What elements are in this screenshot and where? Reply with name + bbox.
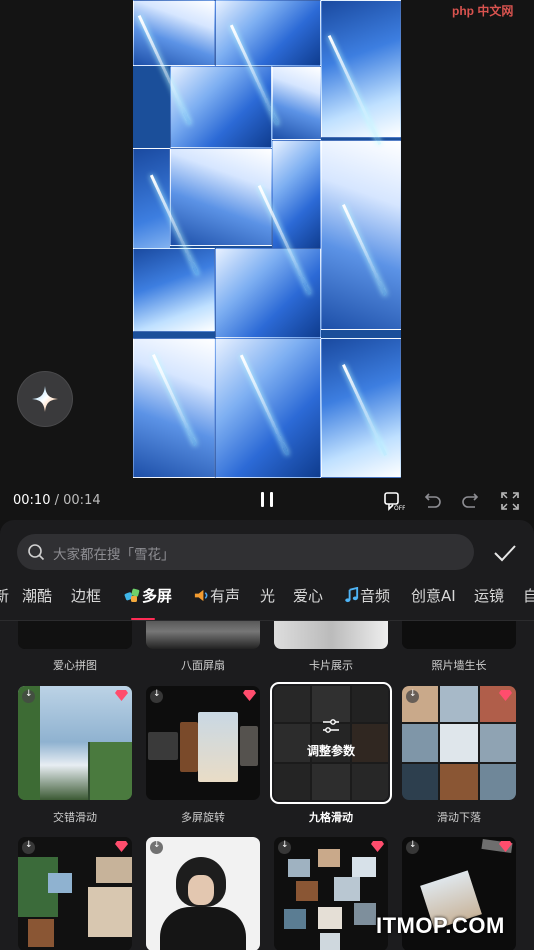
vip-gem-icon: [115, 841, 128, 852]
site-watermark: ITMOP.COM: [376, 913, 505, 938]
undo-icon[interactable]: [421, 490, 443, 512]
vip-gem-icon: [115, 690, 128, 701]
vip-gem-icon: [243, 690, 256, 701]
search-input[interactable]: 大家都在搜「雪花」: [17, 534, 474, 570]
download-icon: [22, 689, 35, 703]
confirm-check-icon[interactable]: [492, 540, 518, 566]
vip-gem-icon: [371, 841, 384, 852]
redo-icon[interactable]: [460, 490, 482, 512]
effect-card[interactable]: [18, 621, 132, 649]
effect-label: 爱心拼图: [53, 659, 97, 672]
tab-new[interactable]: 新: [0, 582, 9, 616]
video-preview-area: php 中文网: [0, 0, 534, 482]
effect-card[interactable]: [18, 837, 132, 950]
tab-multiscreen-label: 多屏: [142, 587, 173, 605]
ai-sparkle-button[interactable]: [18, 372, 72, 426]
effect-toggle-icon[interactable]: OFF: [383, 490, 405, 512]
tab-audio[interactable]: 音频: [343, 582, 390, 616]
tab-trendy[interactable]: 潮酷: [22, 582, 52, 616]
effects-grid: 爱心拼图 八面屏扇 卡片展示 照片墙生长 ↓ ↓ 调整参数 ↓ 交错滑动 多屏旋…: [0, 621, 534, 950]
pause-button[interactable]: [258, 491, 276, 509]
effect-card[interactable]: [402, 686, 516, 800]
svg-text:OFF: OFF: [394, 505, 405, 512]
tab-camera-move[interactable]: 运镜: [474, 582, 504, 616]
vip-gem-icon: [499, 841, 512, 852]
effect-card[interactable]: [18, 686, 132, 800]
current-time: 00:10: [13, 493, 51, 508]
effect-card[interactable]: [146, 621, 260, 649]
top-watermark: php 中文网: [452, 4, 514, 18]
effect-card-selected[interactable]: 调整参数: [270, 682, 392, 804]
effect-card[interactable]: [402, 621, 516, 649]
speaker-icon: [194, 589, 208, 602]
tab-sound-label: 有声: [210, 587, 241, 605]
time-separator: /: [54, 493, 59, 508]
effect-label: 交错滑动: [53, 811, 97, 824]
download-icon: [150, 689, 163, 703]
tab-multiscreen[interactable]: 多屏: [124, 582, 172, 616]
tab-light[interactable]: 光: [260, 582, 275, 616]
effects-panel: 大家都在搜「雪花」 新 潮酷 边框 多屏 有声 光 爱心 音频 创意AI 运镜 …: [0, 520, 534, 950]
download-icon: [278, 840, 291, 854]
effect-label: 滑动下落: [437, 811, 481, 824]
tab-love[interactable]: 爱心: [293, 582, 323, 616]
music-note-icon: [345, 586, 359, 603]
search-icon: [28, 544, 45, 561]
effect-card[interactable]: [146, 686, 260, 800]
search-placeholder: 大家都在搜「雪花」: [53, 547, 175, 563]
tab-more[interactable]: 自: [523, 582, 534, 616]
effect-label: 八面屏扇: [181, 659, 225, 672]
download-icon: [406, 840, 419, 854]
tab-creative-ai[interactable]: 创意AI: [411, 582, 456, 616]
effect-label-selected: 九格滑动: [309, 811, 353, 824]
download-icon: [150, 840, 163, 854]
effect-card[interactable]: [274, 837, 388, 950]
total-time: 00:14: [63, 493, 101, 508]
effect-label: 卡片展示: [309, 659, 353, 672]
fullscreen-icon[interactable]: [499, 490, 521, 512]
effect-card[interactable]: [274, 621, 388, 649]
download-icon: [406, 689, 419, 703]
effect-label: 多屏旋转: [181, 811, 225, 824]
video-frame[interactable]: [133, 0, 401, 478]
download-icon: [22, 840, 35, 854]
tab-border[interactable]: 边框: [71, 582, 101, 616]
tab-sound[interactable]: 有声: [193, 582, 240, 616]
tab-audio-label: 音频: [360, 587, 391, 605]
category-tabs: 新 潮酷 边框 多屏 有声 光 爱心 音频 创意AI 运镜 自: [0, 582, 534, 616]
playback-controls: 00:10 / 00:14 OFF: [0, 482, 534, 520]
adjust-params-overlay[interactable]: 调整参数: [274, 718, 388, 759]
multiscreen-icon: [124, 588, 140, 602]
effect-card[interactable]: [146, 837, 260, 950]
sliders-icon: [323, 719, 339, 733]
vip-gem-icon: [499, 690, 512, 701]
effect-label: 照片墙生长: [431, 659, 487, 672]
sparkle-icon: [32, 386, 58, 412]
adjust-params-label: 调整参数: [306, 744, 355, 758]
timecode: 00:10 / 00:14: [13, 493, 101, 508]
